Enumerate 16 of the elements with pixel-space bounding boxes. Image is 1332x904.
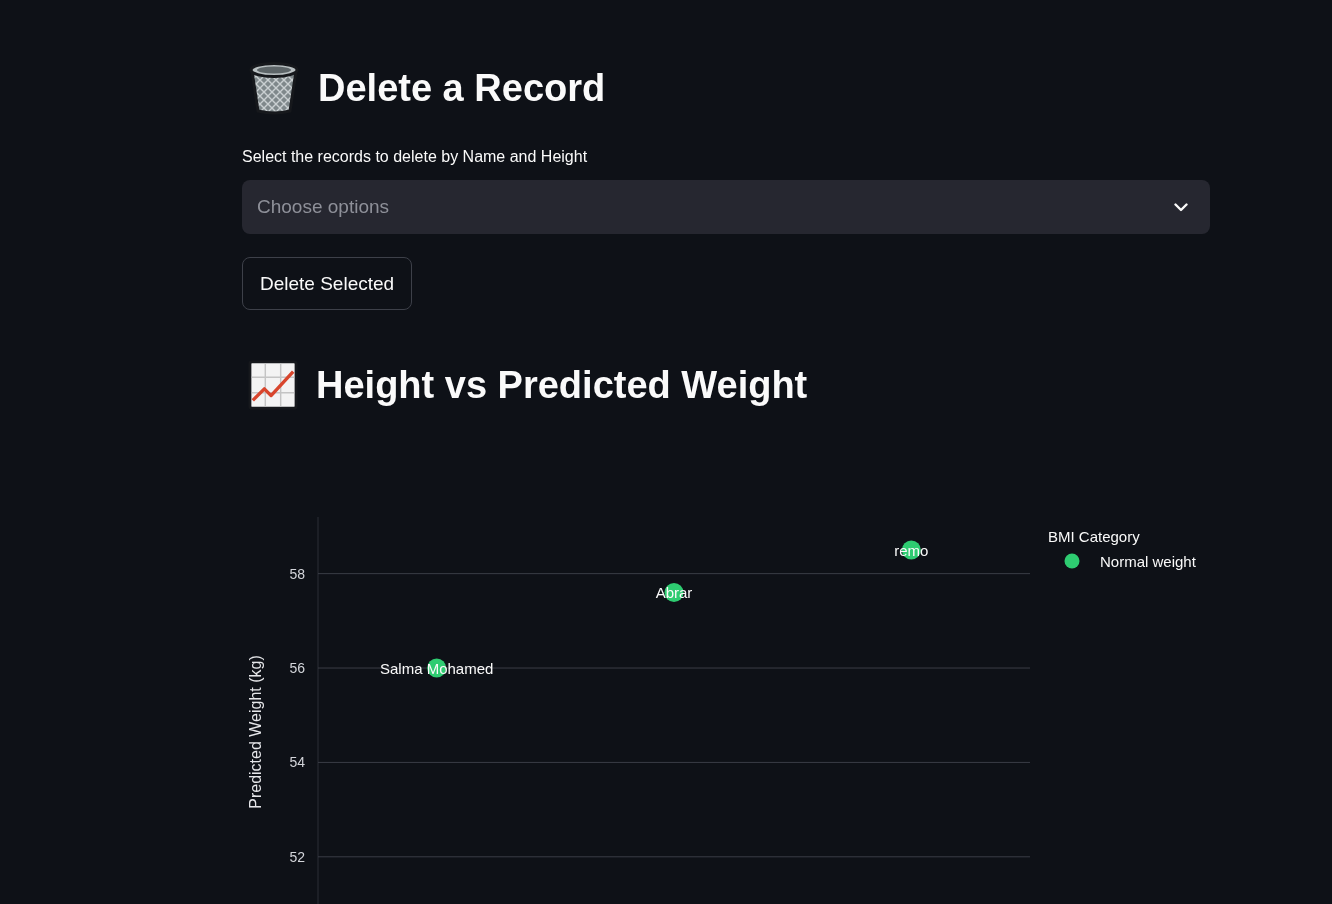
y-tick-label: 52 bbox=[289, 848, 305, 865]
trash-can-icon bbox=[248, 60, 300, 116]
y-tick-label: 56 bbox=[289, 660, 305, 676]
point-label: Abrar bbox=[655, 584, 693, 601]
multiselect-field[interactable]: Choose options bbox=[242, 180, 1210, 234]
section-heading: Height vs Predicted Weight bbox=[316, 363, 808, 408]
legend-title: BMI Category bbox=[1048, 527, 1140, 545]
y-tick-label: 54 bbox=[289, 754, 305, 771]
page-heading: Delete a Record bbox=[318, 66, 606, 111]
delete-button[interactable]: Delete Selected bbox=[242, 257, 413, 310]
select-label: Select the records to delete by Name and Height bbox=[242, 147, 588, 167]
line-chart-icon bbox=[248, 360, 298, 410]
y-axis-title: Predicted Weight (kg) bbox=[246, 655, 264, 809]
chevron-down-icon bbox=[1174, 203, 1188, 212]
y-tick-label: 58 bbox=[289, 565, 305, 582]
legend-label: Normal weight bbox=[1100, 552, 1196, 570]
